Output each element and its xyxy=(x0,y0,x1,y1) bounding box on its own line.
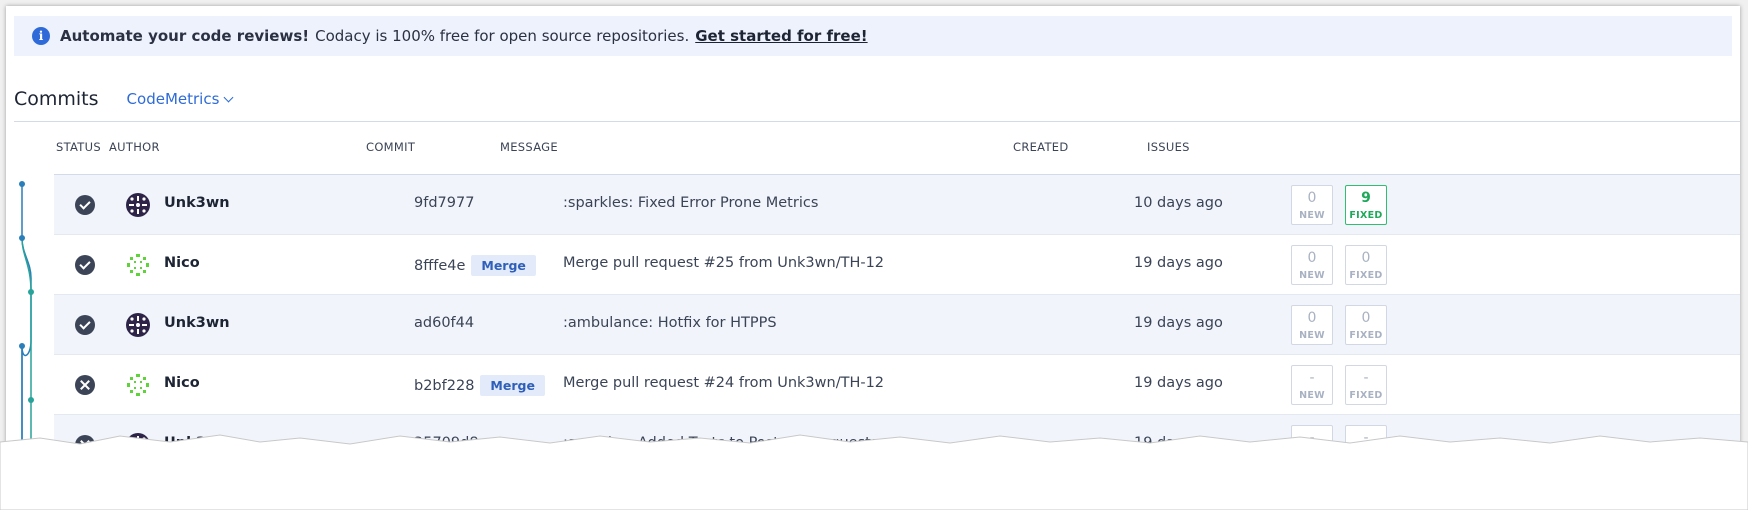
promo-banner: i Automate your code reviews! Codacy is … xyxy=(14,16,1732,56)
author-name[interactable]: Unk3wn xyxy=(164,195,230,211)
status-success-icon[interactable] xyxy=(75,255,95,275)
table-header: STATUS AUTHOR COMMIT MESSAGE CREATED ISS… xyxy=(6,140,1740,160)
fixed-issues-badge[interactable]: - FIXED xyxy=(1345,365,1387,405)
new-issues-count: - xyxy=(1309,369,1315,386)
commit-node[interactable] xyxy=(28,289,34,295)
column-commit[interactable]: COMMIT xyxy=(366,140,415,154)
author-name[interactable]: Nico xyxy=(164,375,200,391)
commit-row[interactable]: Unk3wn ad60f44 :ambulance: Hotfix for HT… xyxy=(54,295,1740,355)
commit-message[interactable]: :ambulance: Hotfix for HTPPS xyxy=(563,315,777,331)
banner-text: Codacy is 100% free for open source repo… xyxy=(315,27,690,45)
new-issues-label: NEW xyxy=(1299,209,1325,221)
new-issues-badge[interactable]: 0 NEW xyxy=(1291,305,1333,345)
created-date: 10 days ago xyxy=(1134,195,1223,211)
torn-edge xyxy=(0,434,1748,510)
created-date: 19 days ago xyxy=(1134,375,1223,391)
new-issues-count: 0 xyxy=(1307,309,1317,326)
commit-message[interactable]: Merge pull request #24 from Unk3wn/TH-12 xyxy=(563,375,884,391)
nico-avatar xyxy=(126,373,150,397)
status-success-icon[interactable] xyxy=(75,315,95,335)
unk3wn-avatar xyxy=(126,313,150,337)
commit-row[interactable]: Unk3wn 9fd7977 :sparkles: Fixed Error Pr… xyxy=(54,175,1740,235)
author-name[interactable]: Unk3wn xyxy=(164,315,230,331)
commit-node[interactable] xyxy=(19,343,25,349)
commit-hash[interactable]: 8fffe4e xyxy=(414,258,465,274)
commit-hash[interactable]: b2bf228 xyxy=(414,378,474,394)
fixed-issues-label: FIXED xyxy=(1349,269,1383,281)
fixed-issues-count: 9 xyxy=(1361,189,1371,206)
commit-hash[interactable]: ad60f44 xyxy=(414,315,474,331)
new-issues-label: NEW xyxy=(1299,389,1325,401)
new-issues-count: 0 xyxy=(1307,249,1317,266)
commit-cell: b2bf228 Merge xyxy=(414,375,545,396)
new-issues-label: NEW xyxy=(1299,269,1325,281)
commit-cell: 8fffe4e Merge xyxy=(414,255,536,276)
page-frame: i Automate your code reviews! Codacy is … xyxy=(6,6,1740,502)
column-issues[interactable]: ISSUES xyxy=(1147,140,1190,154)
commit-row[interactable]: Nico 8fffe4e Merge Merge pull request #2… xyxy=(54,235,1740,295)
commit-row[interactable]: Nico b2bf228 Merge Merge pull request #2… xyxy=(54,355,1740,415)
fixed-issues-badge[interactable]: 0 FIXED xyxy=(1345,245,1387,285)
status-success-icon[interactable] xyxy=(75,195,95,215)
new-issues-badge[interactable]: 0 NEW xyxy=(1291,245,1333,285)
status-failed-icon[interactable] xyxy=(75,375,95,395)
commit-message[interactable]: Merge pull request #25 from Unk3wn/TH-12 xyxy=(563,255,884,271)
column-message[interactable]: MESSAGE xyxy=(500,140,558,154)
fixed-issues-badge[interactable]: 9 FIXED xyxy=(1345,185,1387,225)
fixed-issues-badge[interactable]: 0 FIXED xyxy=(1345,305,1387,345)
fixed-issues-count: - xyxy=(1363,369,1369,386)
info-icon: i xyxy=(32,27,50,45)
column-created[interactable]: CREATED xyxy=(1013,140,1069,154)
commit-node[interactable] xyxy=(28,397,34,403)
fixed-issues-label: FIXED xyxy=(1349,209,1383,221)
merge-badge: Merge xyxy=(480,375,545,396)
fixed-issues-count: 0 xyxy=(1361,249,1371,266)
divider xyxy=(14,121,1740,122)
new-issues-badge[interactable]: 0 NEW xyxy=(1291,185,1333,225)
banner-bold-text: Automate your code reviews! xyxy=(60,27,310,45)
fixed-issues-label: FIXED xyxy=(1349,329,1383,341)
commit-node[interactable] xyxy=(19,235,25,241)
repo-name: CodeMetrics xyxy=(126,90,220,108)
chevron-down-icon xyxy=(223,92,234,102)
commit-message[interactable]: :sparkles: Fixed Error Prone Metrics xyxy=(563,195,818,211)
column-author[interactable]: AUTHOR xyxy=(109,140,160,154)
title-row: Commits CodeMetrics xyxy=(14,76,1732,122)
merge-badge: Merge xyxy=(471,255,536,276)
created-date: 19 days ago xyxy=(1134,315,1223,331)
column-status[interactable]: STATUS xyxy=(56,140,101,154)
commit-cell: 9fd7977 xyxy=(414,195,474,211)
commit-hash[interactable]: 9fd7977 xyxy=(414,195,474,211)
new-issues-label: NEW xyxy=(1299,329,1325,341)
unk3wn-avatar xyxy=(126,193,150,217)
commit-node[interactable] xyxy=(19,181,25,187)
get-started-link[interactable]: Get started for free! xyxy=(695,27,867,45)
page-title: Commits xyxy=(14,88,99,110)
new-issues-badge[interactable]: - NEW xyxy=(1291,365,1333,405)
new-issues-count: 0 xyxy=(1307,189,1317,206)
created-date: 19 days ago xyxy=(1134,255,1223,271)
fixed-issues-count: 0 xyxy=(1361,309,1371,326)
author-name[interactable]: Nico xyxy=(164,255,200,271)
nico-avatar xyxy=(126,253,150,277)
repo-dropdown[interactable]: CodeMetrics xyxy=(126,90,234,108)
fixed-issues-label: FIXED xyxy=(1349,389,1383,401)
commit-cell: ad60f44 xyxy=(414,315,474,331)
